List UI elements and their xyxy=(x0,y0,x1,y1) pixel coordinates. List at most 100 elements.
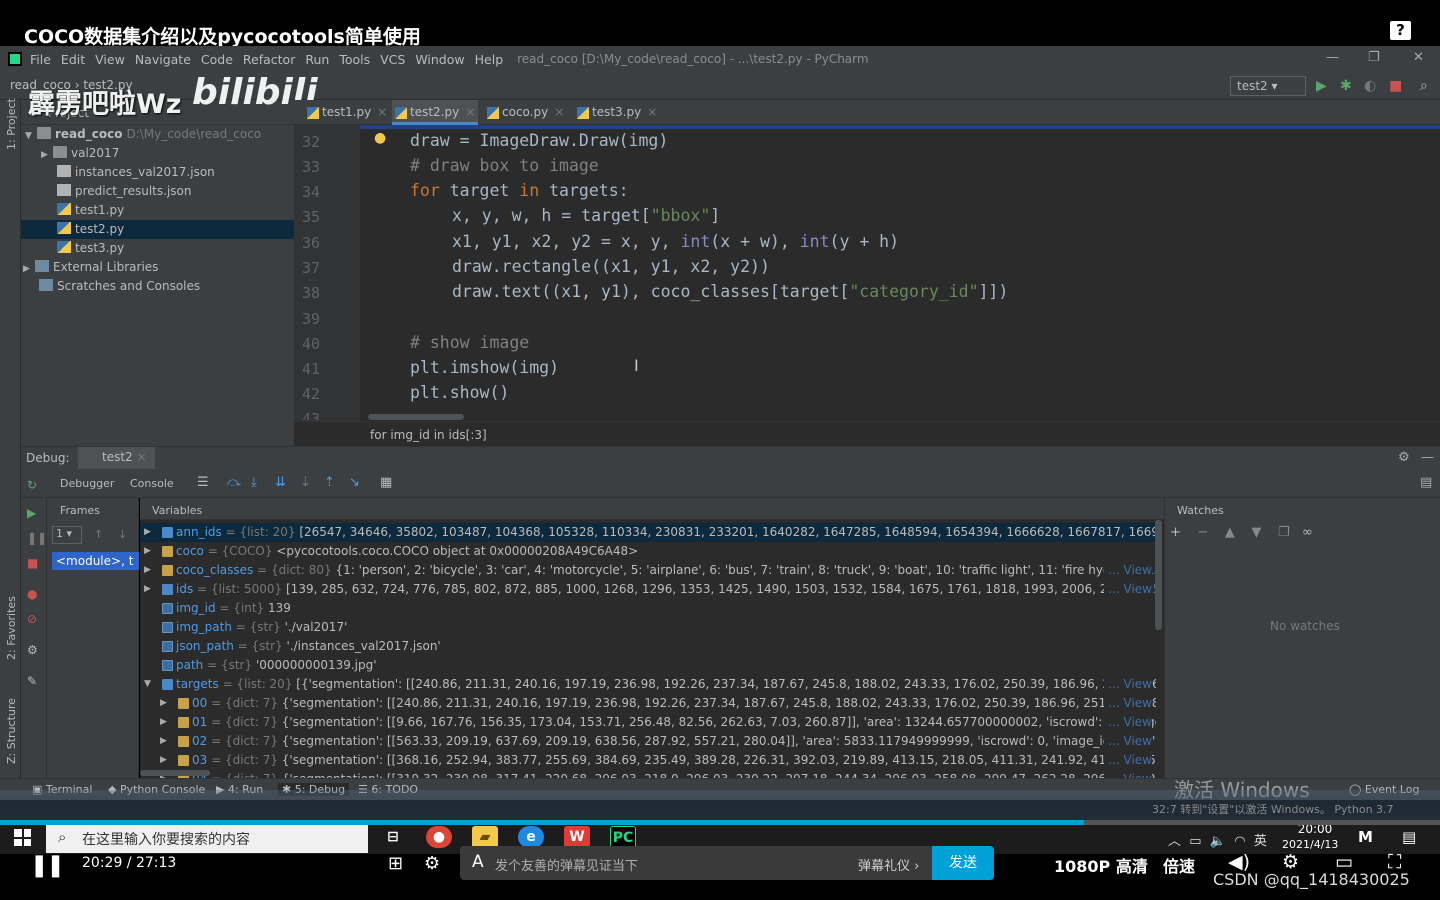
tab-close-icon[interactable]: × xyxy=(377,105,387,119)
danmaku-settings-icon[interactable]: ⚙ xyxy=(424,853,440,874)
code-line-34[interactable]: for target in targets: xyxy=(410,181,629,200)
tree-item-test2[interactable]: test2.py xyxy=(21,220,294,239)
variable-row[interactable]: ▶ ids = {list: 5000} [139, 285, 632, 724,… xyxy=(140,580,1156,599)
restore-icon[interactable]: ❐ xyxy=(1368,50,1380,65)
menu-vcs[interactable]: VCS xyxy=(380,52,405,67)
menu-window[interactable]: Window xyxy=(415,52,464,67)
variables-vertical-scrollbar[interactable] xyxy=(1155,520,1162,630)
collapse-arrow-icon[interactable]: ▶ xyxy=(160,751,167,770)
variables-horizontal-scrollbar[interactable] xyxy=(140,770,210,776)
debug-session-tab[interactable]: test2 × xyxy=(78,447,155,469)
menu-refactor[interactable]: Refactor xyxy=(243,52,295,67)
search-icon[interactable]: ⌕ xyxy=(1420,78,1428,94)
tree-external-libraries[interactable]: ▶ External Libraries xyxy=(21,258,294,277)
code-line-42[interactable]: plt.show() xyxy=(410,383,509,402)
notification-icon[interactable]: ▤ xyxy=(1402,828,1416,846)
structure-stripe-button[interactable]: Z: Structure xyxy=(5,698,18,764)
add-watch-icon[interactable]: + xyxy=(1170,525,1181,540)
variable-row[interactable]: path = {str} '000000000139.jpg' xyxy=(140,656,1156,675)
thread-select[interactable]: 1 ▾ xyxy=(52,526,82,544)
view-value-link[interactable]: ... View xyxy=(1104,561,1152,580)
show-execution-point-icon[interactable]: ⤼ xyxy=(227,475,241,490)
danmaku-etiquette-link[interactable]: 弹幕礼仪 › xyxy=(858,855,919,874)
hide-panel-icon[interactable]: — xyxy=(1421,450,1434,465)
variable-row[interactable]: ▶ 00 = {dict: 7} {'segmentation': [[240.8… xyxy=(140,694,1156,713)
collapse-arrow-icon[interactable]: ▶ xyxy=(160,732,167,751)
view-value-link[interactable]: ... View xyxy=(1104,675,1152,694)
run-icon[interactable]: ▶ xyxy=(1316,78,1327,94)
variable-row[interactable]: img_id = {int} 139 xyxy=(140,599,1156,618)
stack-frame[interactable]: <module>, t xyxy=(52,552,139,570)
move-down-icon[interactable]: ▼ xyxy=(1251,525,1261,540)
help-icon[interactable]: ? xyxy=(1390,21,1411,40)
view-value-link[interactable]: ... View xyxy=(1104,732,1152,751)
tree-item-predict-json[interactable]: predict_results.json xyxy=(21,182,294,201)
project-stripe-button[interactable]: 1: Project xyxy=(5,98,18,150)
run-to-cursor-icon[interactable]: ↘ xyxy=(349,475,360,490)
tab-test3[interactable]: test3.py × xyxy=(574,100,658,125)
variable-row[interactable]: ▶ 01 = {dict: 7} {'segmentation': [[9.66,… xyxy=(140,713,1156,732)
tree-item-val2017[interactable]: ▶ val2017 xyxy=(21,144,294,163)
copy-watch-icon[interactable]: ❐ xyxy=(1278,525,1290,540)
variable-row[interactable]: json_path = {str} './instances_val2017.j… xyxy=(140,637,1156,656)
run-config-select[interactable]: test2 ▾ xyxy=(1230,76,1306,96)
code-line-35[interactable]: x, y, w, h = target["bbox"] xyxy=(452,206,720,225)
collapse-arrow-icon[interactable]: ▶ xyxy=(144,561,151,580)
tree-scratches[interactable]: Scratches and Consoles xyxy=(21,277,294,296)
code-line-38[interactable]: draw.text((x1, y1), coco_classes[target[… xyxy=(452,282,1008,301)
debug-icon[interactable]: ✱ xyxy=(1340,78,1352,94)
speed-selector[interactable]: 倍速 xyxy=(1163,853,1195,877)
collapse-arrow-icon[interactable]: ▶ xyxy=(144,542,151,561)
menu-code[interactable]: Code xyxy=(201,52,233,67)
code-line-32[interactable]: draw = ImageDraw.Draw(img) xyxy=(410,131,668,150)
tab-close-icon[interactable]: × xyxy=(554,105,564,119)
stop-icon[interactable]: ■ xyxy=(1389,78,1402,94)
view-value-link[interactable]: ... View xyxy=(1104,751,1152,770)
frame-down-icon[interactable]: ↓ xyxy=(118,528,127,541)
mute-breakpoints-icon[interactable]: ⊘ xyxy=(27,612,37,626)
view-value-link[interactable]: ... View xyxy=(1104,713,1152,732)
view-value-link[interactable]: ... View xyxy=(1104,580,1152,599)
tab-close-icon[interactable]: × xyxy=(465,105,475,119)
menu-edit[interactable]: Edit xyxy=(61,52,85,67)
glasses-icon[interactable]: ∞ xyxy=(1302,525,1313,540)
evaluate-expression-icon[interactable]: ▦ xyxy=(380,475,392,490)
view-breakpoints-icon[interactable]: ● xyxy=(27,587,37,601)
stop-debug-icon[interactable]: ■ xyxy=(27,556,38,570)
collapse-arrow-icon[interactable]: ▶ xyxy=(144,523,151,542)
rerun-icon[interactable]: ↻ xyxy=(27,478,37,492)
wps-icon[interactable]: W xyxy=(564,826,590,848)
pause-video-icon[interactable]: ❚❚ xyxy=(30,853,65,878)
restore-layout-icon[interactable]: ▤ xyxy=(1420,475,1432,490)
ime-indicator[interactable]: 英 xyxy=(1254,834,1267,849)
variable-row[interactable]: ▼ targets = {list: 20} [{'segmentation': … xyxy=(140,675,1156,694)
media-icon[interactable]: M xyxy=(1358,828,1373,846)
favorites-stripe-button[interactable]: 2: Favorites xyxy=(5,596,18,660)
chrome-icon[interactable]: ● xyxy=(426,826,452,848)
tray-chevron-icon[interactable]: ︿ xyxy=(1168,834,1181,849)
taskbar-date[interactable]: 2021/4/13 xyxy=(1282,838,1338,851)
wifi-icon[interactable]: ◠ xyxy=(1234,834,1245,849)
step-into-my-code-icon[interactable]: ⇣ xyxy=(300,475,311,490)
menu-tools[interactable]: Tools xyxy=(339,52,370,67)
move-up-icon[interactable]: ▲ xyxy=(1225,525,1235,540)
tab-test1[interactable]: test1.py × xyxy=(304,100,388,125)
tree-item-instances-json[interactable]: instances_val2017.json xyxy=(21,163,294,182)
variable-row[interactable]: ▶ coco_classes = {dict: 80} {1: 'person',… xyxy=(140,561,1156,580)
collapse-arrow-icon[interactable]: ▶ xyxy=(144,580,151,599)
close-icon[interactable]: ✕ xyxy=(1413,50,1424,65)
expand-arrow-icon[interactable]: ▼ xyxy=(144,675,151,694)
variable-row[interactable]: img_path = {str} './val2017' xyxy=(140,618,1156,637)
battery-icon[interactable]: ▭ xyxy=(1189,834,1201,849)
code-line-36[interactable]: x1, y1, x2, y2 = x, y, int(x + w), int(y… xyxy=(452,232,899,251)
debugger-tab[interactable]: Debugger xyxy=(60,477,114,490)
step-over-icon[interactable]: ⤓ xyxy=(251,475,257,490)
menu-help[interactable]: Help xyxy=(475,52,504,67)
settings-gear-icon[interactable]: ⚙ xyxy=(1398,450,1410,465)
step-into-icon[interactable]: ⇊ xyxy=(275,475,286,490)
tree-item-test1[interactable]: test1.py xyxy=(21,201,294,220)
menu-file[interactable]: File xyxy=(30,52,51,67)
edge-icon[interactable]: e xyxy=(518,826,544,848)
tab-close-icon[interactable]: × xyxy=(137,450,147,464)
editor-breadcrumb[interactable]: for img_id in ids[:3] xyxy=(370,428,487,442)
